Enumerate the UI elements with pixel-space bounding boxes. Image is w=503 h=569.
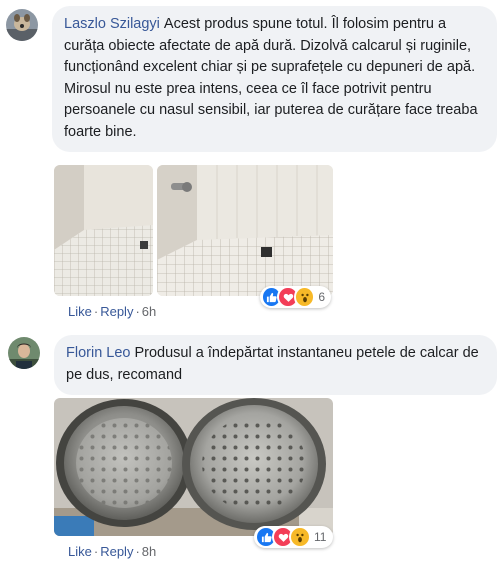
like-link[interactable]: Like (68, 304, 92, 319)
reactions-summary[interactable]: 11 (254, 526, 333, 548)
separator: · (93, 304, 99, 319)
wow-icon (293, 286, 316, 308)
comment-bubble: Laszlo Szilagyi Acest produs spune totul.… (52, 6, 497, 152)
comment-author[interactable]: Florin Leo (66, 345, 130, 361)
reaction-count: 6 (318, 290, 325, 304)
comment-photo[interactable] (54, 398, 333, 536)
wow-icon (289, 526, 311, 548)
comment-text: Acest produs spune totul. Îl folosim pen… (64, 16, 478, 140)
comment-photo[interactable] (54, 165, 153, 296)
comment-time[interactable]: 6h (142, 304, 156, 319)
comment-actions: Like · Reply · 8h (68, 544, 156, 559)
reactions-summary[interactable]: 6 (260, 286, 331, 308)
comment-bubble: Florin Leo Produsul a îndepărtat instanta… (54, 335, 497, 395)
separator: · (93, 544, 99, 559)
comment-time[interactable]: 8h (142, 544, 156, 559)
reply-link[interactable]: Reply (100, 304, 133, 319)
reaction-count: 11 (314, 530, 327, 544)
comment-photo[interactable] (157, 165, 333, 296)
separator: · (135, 304, 140, 319)
separator: · (135, 544, 140, 559)
comment-author[interactable]: Laszlo Szilagyi (64, 16, 160, 32)
like-link[interactable]: Like (68, 544, 92, 559)
avatar[interactable] (6, 9, 38, 41)
reply-link[interactable]: Reply (100, 544, 133, 559)
comment-actions: Like · Reply · 6h (68, 304, 156, 319)
avatar[interactable] (8, 337, 40, 369)
